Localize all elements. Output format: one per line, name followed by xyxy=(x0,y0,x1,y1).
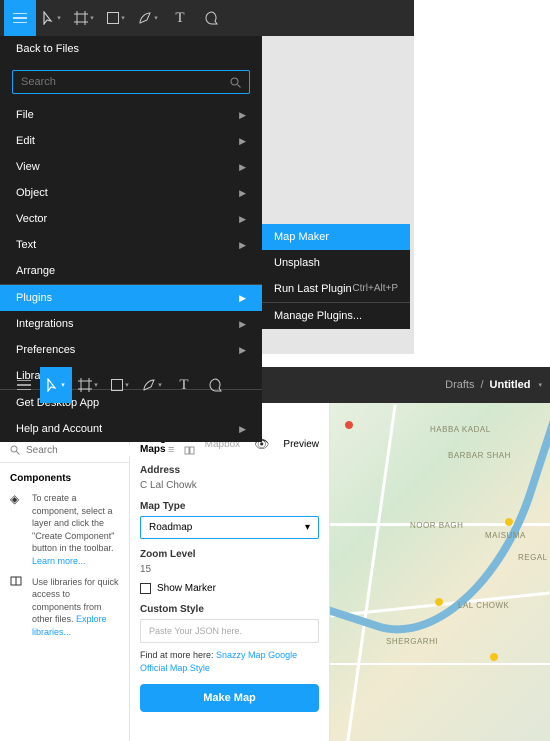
chevron-right-icon: ▶ xyxy=(239,188,246,199)
custom-style-input[interactable]: Paste Your JSON here. xyxy=(140,619,319,643)
chevron-right-icon: ▶ xyxy=(239,110,246,121)
snazzy-link[interactable]: Snazzy Map xyxy=(216,650,266,660)
map-pin-icon xyxy=(345,421,353,429)
make-map-button[interactable]: Make Map xyxy=(140,684,319,712)
chevron-right-icon: ▶ xyxy=(239,240,246,251)
map-label: LAL CHOWK xyxy=(458,601,509,610)
hamburger-menu-button[interactable] xyxy=(8,367,40,403)
create-component-hint: To create a component, select a layer an… xyxy=(32,492,119,568)
chevron-right-icon: ▶ xyxy=(239,424,246,435)
chevron-right-icon: ▶ xyxy=(239,319,246,330)
plugins-submenu: Map Maker Unsplash Run Last PluginCtrl+A… xyxy=(262,224,410,329)
plugin-run-last[interactable]: Run Last PluginCtrl+Alt+P xyxy=(262,276,410,302)
map-label: HABBA KADAL xyxy=(430,425,491,434)
map-pin-icon xyxy=(490,653,498,661)
plugin-unsplash[interactable]: Unsplash xyxy=(262,250,410,276)
map-type-select[interactable]: Roadmap▾ xyxy=(140,516,319,539)
chevron-right-icon: ▶ xyxy=(239,345,246,356)
menu-search[interactable] xyxy=(12,70,250,94)
map-label: NOOR BAGH xyxy=(410,521,463,530)
menu-plugins[interactable]: Plugins▶ xyxy=(0,285,262,311)
map-pin-icon xyxy=(505,518,513,526)
shape-tool[interactable]: ▾ xyxy=(100,0,132,36)
frame-tool[interactable]: ▾ xyxy=(72,367,104,403)
search-icon xyxy=(10,445,20,455)
map-label: MAISUMA xyxy=(485,531,526,540)
map-preview[interactable]: HABBA KADAL BARBAR SHAH NOOR BAGH MAISUM… xyxy=(330,403,550,741)
map-pin-icon xyxy=(435,598,443,606)
chevron-right-icon: ▶ xyxy=(239,136,246,147)
map-type-label: Map Type xyxy=(140,501,319,512)
menu-edit[interactable]: Edit▶ xyxy=(0,128,262,154)
back-to-files[interactable]: Back to Files xyxy=(0,36,262,62)
move-tool[interactable]: ▾ xyxy=(40,367,72,403)
plugin-map-maker[interactable]: Map Maker xyxy=(262,224,410,250)
menu-integrations[interactable]: Integrations▶ xyxy=(0,311,262,337)
menu-object[interactable]: Object▶ xyxy=(0,180,262,206)
bottom-toolbar: ▾ ▾ ▾ ▾ T Drafts / Untitled ▾ xyxy=(0,367,550,403)
zoom-value: 15 xyxy=(140,564,319,575)
components-heading: Components xyxy=(10,473,119,484)
comment-tool[interactable] xyxy=(196,0,228,36)
component-icon: ◈ xyxy=(10,492,24,568)
show-marker-label: Show Marker xyxy=(157,583,216,594)
custom-style-label: Custom Style xyxy=(140,604,319,615)
menu-text[interactable]: Text▶ xyxy=(0,232,262,258)
frame-tool[interactable]: ▾ xyxy=(68,0,100,36)
menu-help[interactable]: Help and Account▶ xyxy=(0,416,262,442)
map-label: SHERGARHI xyxy=(386,637,438,646)
chevron-down-icon: ▾ xyxy=(305,522,310,533)
menu-vector[interactable]: Vector▶ xyxy=(0,206,262,232)
chevron-right-icon: ▶ xyxy=(239,214,246,225)
text-tool[interactable]: T xyxy=(168,367,200,403)
address-label: Address xyxy=(140,465,319,476)
hamburger-menu-button[interactable] xyxy=(4,0,36,36)
menu-view[interactable]: View▶ xyxy=(0,154,262,180)
chevron-right-icon: ▶ xyxy=(239,293,246,304)
preview-label: Preview xyxy=(283,439,319,450)
breadcrumb[interactable]: Drafts / Untitled ▾ xyxy=(445,379,542,391)
find-more-note: Find at more here: Snazzy Map Google Off… xyxy=(140,649,319,674)
comment-tool[interactable] xyxy=(200,367,232,403)
address-value: C Lal Chowk xyxy=(140,480,319,491)
menu-file[interactable]: File▶ xyxy=(0,102,262,128)
shape-tool[interactable]: ▾ xyxy=(104,367,136,403)
book-icon xyxy=(10,576,24,639)
learn-more-link[interactable]: Learn more... xyxy=(32,556,86,566)
text-tool[interactable]: T xyxy=(164,0,196,36)
libraries-hint: Use libraries for quick access to compon… xyxy=(32,576,119,639)
menu-search-input[interactable] xyxy=(21,76,230,88)
chevron-down-icon: ▾ xyxy=(538,381,542,389)
chevron-right-icon: ▶ xyxy=(239,162,246,173)
pen-tool[interactable]: ▾ xyxy=(136,367,168,403)
shortcut-label: Ctrl+Alt+P xyxy=(352,283,398,295)
figma-top-screenshot: ▾ ▾ ▾ ▾ T Back to Files File▶ Edit▶ View… xyxy=(0,0,414,354)
plugin-panel: Map Maker Google Maps Mapbox 👁 Preview A… xyxy=(130,403,330,741)
left-panel: Layers Assets Page 1 ▾ ≡ Components ◈ To… xyxy=(0,403,130,741)
zoom-label: Zoom Level xyxy=(140,549,319,560)
map-label: REGAL xyxy=(518,553,548,562)
map-label: BARBAR SHAH xyxy=(448,451,511,460)
plugin-manage[interactable]: Manage Plugins... xyxy=(262,303,410,329)
search-icon xyxy=(230,77,241,88)
move-tool[interactable]: ▾ xyxy=(36,0,68,36)
top-toolbar: ▾ ▾ ▾ ▾ T xyxy=(0,0,414,36)
menu-preferences[interactable]: Preferences▶ xyxy=(0,337,262,363)
show-marker-checkbox[interactable] xyxy=(140,583,151,594)
menu-arrange[interactable]: Arrange xyxy=(0,258,262,284)
pen-tool[interactable]: ▾ xyxy=(132,0,164,36)
